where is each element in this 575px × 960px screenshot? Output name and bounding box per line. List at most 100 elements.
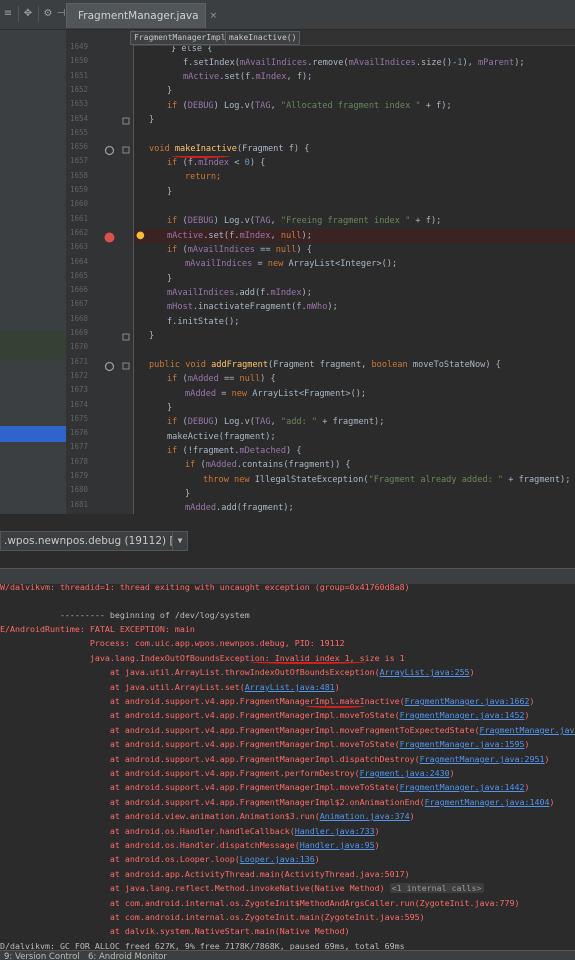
project-selected-row[interactable]: [0, 426, 66, 442]
internal-calls-fold[interactable]: <1 internal calls>: [389, 883, 484, 893]
text-span: boolean: [371, 360, 408, 370]
breakpoint-icon[interactable]: [104, 232, 115, 243]
text-span: mAvailIndices: [348, 58, 416, 68]
text-span: --------- beginning of /dev/log/system: [0, 610, 250, 620]
process-selector[interactable]: .wpos.newnpos.debug (19112) [DEAD]: [0, 531, 173, 551]
stack-frame: at android.support.v4.app.FragmentManage…: [0, 723, 575, 737]
text-span: ): [529, 696, 535, 706]
text-span: at com.android.internal.os.ZygoteInit$Me…: [0, 898, 520, 908]
text-span: Fragment.java:2430: [359, 768, 450, 778]
text-span: at android.support.v4.app.Fragment.perfo…: [0, 768, 360, 778]
text-span: }: [149, 331, 155, 341]
text-span: ): [549, 797, 555, 807]
fold-icon[interactable]: [122, 146, 130, 154]
text-span: =: [216, 389, 232, 399]
code-line-method-signature: public void addFragment(Fragment fragmen…: [134, 358, 575, 372]
text-span: return;: [185, 172, 222, 182]
text-span: mAdded: [185, 503, 217, 513]
stack-frame: at android.app.ActivityThread.main(Activ…: [0, 867, 575, 881]
text-span: at android.view.animation.Animation$3.ru…: [0, 811, 320, 821]
text-span: ==: [254, 245, 276, 255]
text-span: ): [374, 826, 380, 836]
text-span: }: [185, 489, 191, 499]
text-span: .size()-: [415, 58, 458, 68]
text-span: .add(f.: [234, 288, 271, 298]
logcat-output[interactable]: W/dalvikvm: threadid=1: thread exiting w…: [0, 584, 575, 950]
annotation-underline: [305, 704, 365, 708]
collapse-icon[interactable]: ✥: [22, 8, 34, 20]
text-span: ) Log.v(: [213, 417, 255, 427]
text-span: ) {: [296, 245, 312, 255]
fold-icon[interactable]: [122, 362, 130, 370]
code-line: }: [134, 84, 575, 98]
text-span: (: [195, 460, 206, 470]
gutter-markers: [104, 117, 130, 372]
log-line: --------- beginning of /dev/log/system: [0, 608, 575, 622]
tab-version-control[interactable]: 9: Version Control: [4, 952, 80, 960]
text-span: mHost: [167, 302, 193, 312]
align-icon[interactable]: ≡: [2, 8, 14, 20]
annotation-underline: [172, 154, 230, 158]
text-span: ): [314, 854, 320, 864]
stack-frame: at android.os.Looper.loop(Looper.java:13…: [0, 852, 575, 866]
text-span: FragmentManager.java:1404: [424, 797, 550, 807]
text-span: at com.android.internal.os.ZygoteInit.ma…: [0, 912, 425, 922]
code-line: if (DEBUG) Log.v(TAG, "add: " + fragment…: [134, 415, 575, 429]
text-span: FragmentManager.java:1662: [404, 696, 530, 706]
breadcrumb-method[interactable]: makeInactive(): [225, 31, 301, 45]
text-span: ): [449, 768, 455, 778]
code-editor[interactable]: } else { f.setIndex(mAvailIndices.remove…: [134, 46, 575, 514]
text-span: Animation.java:374: [319, 811, 410, 821]
chevron-down-icon[interactable]: ▼: [172, 531, 188, 551]
stack-frame: at android.support.v4.app.FragmentManage…: [0, 795, 575, 809]
text-span: FragmentManager.java:1442: [399, 782, 525, 792]
text-span: Looper.java:136: [239, 854, 315, 864]
code-line: }: [134, 487, 575, 501]
override-icon[interactable]: [104, 145, 115, 156]
breadcrumb-class[interactable]: FragmentManagerImpl: [130, 31, 230, 45]
text-span: =: [252, 259, 268, 269]
fold-icon[interactable]: [122, 333, 130, 341]
override-icon[interactable]: [104, 361, 115, 372]
text-span: }: [167, 86, 173, 96]
text-span: mWho: [306, 302, 328, 312]
text-span: );: [301, 231, 312, 241]
text-span: ),: [462, 58, 478, 68]
code-line: mHost.inactivateFragment(f.mWho);: [134, 300, 575, 314]
gear-icon[interactable]: ⚙: [42, 8, 54, 20]
lightbulb-icon[interactable]: ●: [136, 230, 146, 242]
text-span: makeInactive: [174, 144, 237, 154]
text-span: at android.support.v4.app.FragmentManage…: [0, 696, 340, 706]
close-icon[interactable]: ×: [210, 11, 218, 21]
text-span: if: [167, 446, 178, 456]
text-span: mAdded: [185, 389, 217, 399]
text-span: if: [167, 245, 178, 255]
text-span: (Fragment f) {: [236, 144, 310, 154]
text-span: TAG: [255, 101, 271, 111]
text-span: "Fragment already added: ": [368, 475, 504, 485]
text-span: + fragment);: [317, 417, 385, 427]
text-span: at dalvik.system.NativeStart.main(Native…: [0, 926, 350, 936]
log-line-error: E/AndroidRuntime: FATAL EXCEPTION: main: [0, 622, 575, 636]
text-span: Process: com.uic.app.wpos.newnpos.debug,…: [0, 638, 345, 648]
code-line: if (DEBUG) Log.v(TAG, "Allocated fragmen…: [134, 99, 575, 113]
text-span: DEBUG: [187, 216, 214, 226]
text-span: moveToStateNow) {: [407, 360, 501, 370]
text-span: ): [544, 754, 550, 764]
code-line: }: [134, 401, 575, 415]
fold-icon[interactable]: [122, 117, 130, 125]
text-span: at android.support.v4.app.FragmentManage…: [0, 797, 425, 807]
text-span: .add(fragment);: [216, 503, 294, 513]
text-span: at java.lang.reflect.Method.invokeNative…: [0, 883, 390, 893]
code-line: if (mAdded.contains(fragment)) {: [134, 458, 575, 472]
code-line: throw new IllegalStateException("Fragmen…: [134, 473, 575, 487]
text-span: }: [167, 403, 173, 413]
text-span: FragmentManager.java:1452: [399, 710, 525, 720]
tab-android-monitor[interactable]: 6: Android Monitor: [88, 952, 167, 960]
text-span: at android.support.v4.app.FragmentManage…: [0, 725, 480, 735]
text-span: } else {: [171, 46, 213, 54]
code-line: mAdded.add(fragment);: [134, 501, 575, 514]
tab-fragment-manager[interactable]: FragmentManager.java ×: [66, 3, 217, 28]
text-span: mActive: [183, 72, 220, 82]
text-span: , f);: [286, 72, 313, 82]
